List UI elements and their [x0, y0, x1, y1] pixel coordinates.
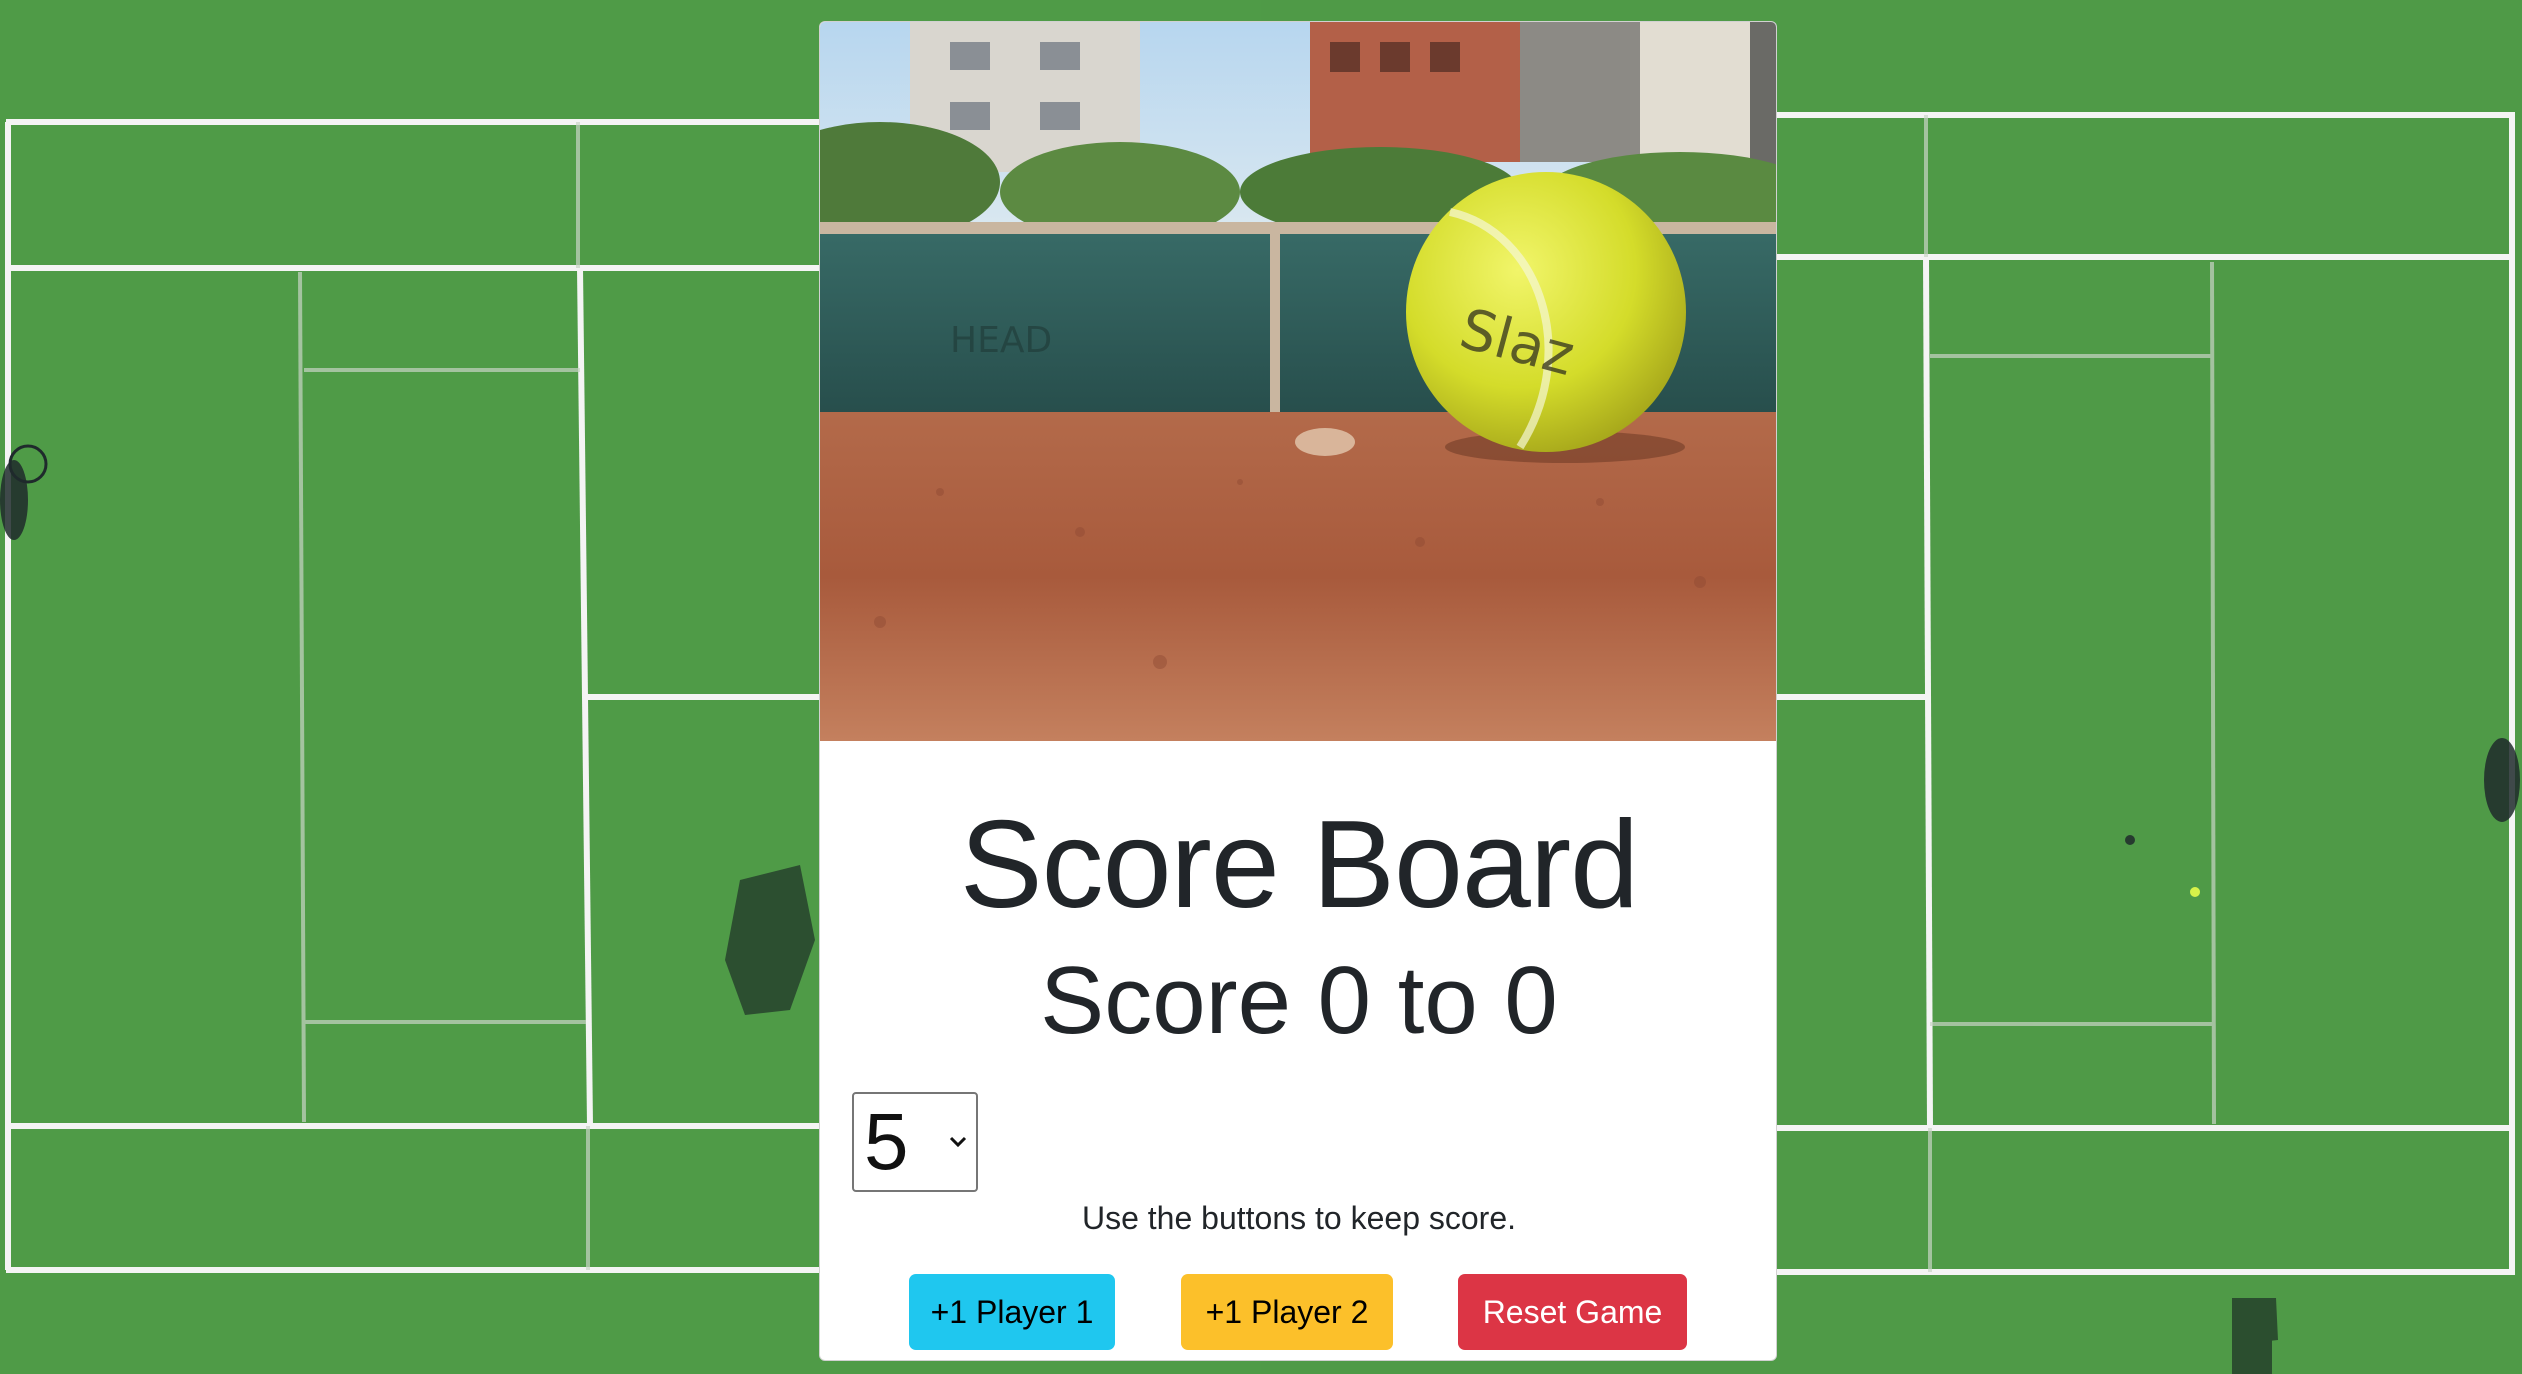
- instructions-text: Use the buttons to keep score.: [1081, 1200, 1517, 1236]
- chevron-down-icon: [949, 1136, 967, 1148]
- score-board-card: HEAD Slaz Score Board Score 0 to 0 5 Use…: [819, 21, 1777, 1361]
- card-body: Score Board Score 0 to 0 5 Use the butto…: [820, 741, 1776, 1360]
- select-value: 5: [864, 1097, 909, 1186]
- winning-score-select[interactable]: 5: [852, 1092, 978, 1192]
- player1-add-button[interactable]: +1 Player 1: [909, 1274, 1115, 1350]
- player2-add-button[interactable]: +1 Player 2: [1181, 1274, 1393, 1350]
- score-display: Score 0 to 0: [1040, 947, 1558, 1054]
- svg-text:HEAD: HEAD: [950, 320, 1052, 361]
- page-title: Score Board: [959, 796, 1639, 934]
- tennis-ball-image: HEAD Slaz: [820, 22, 1776, 741]
- reset-game-button[interactable]: Reset Game: [1458, 1274, 1687, 1350]
